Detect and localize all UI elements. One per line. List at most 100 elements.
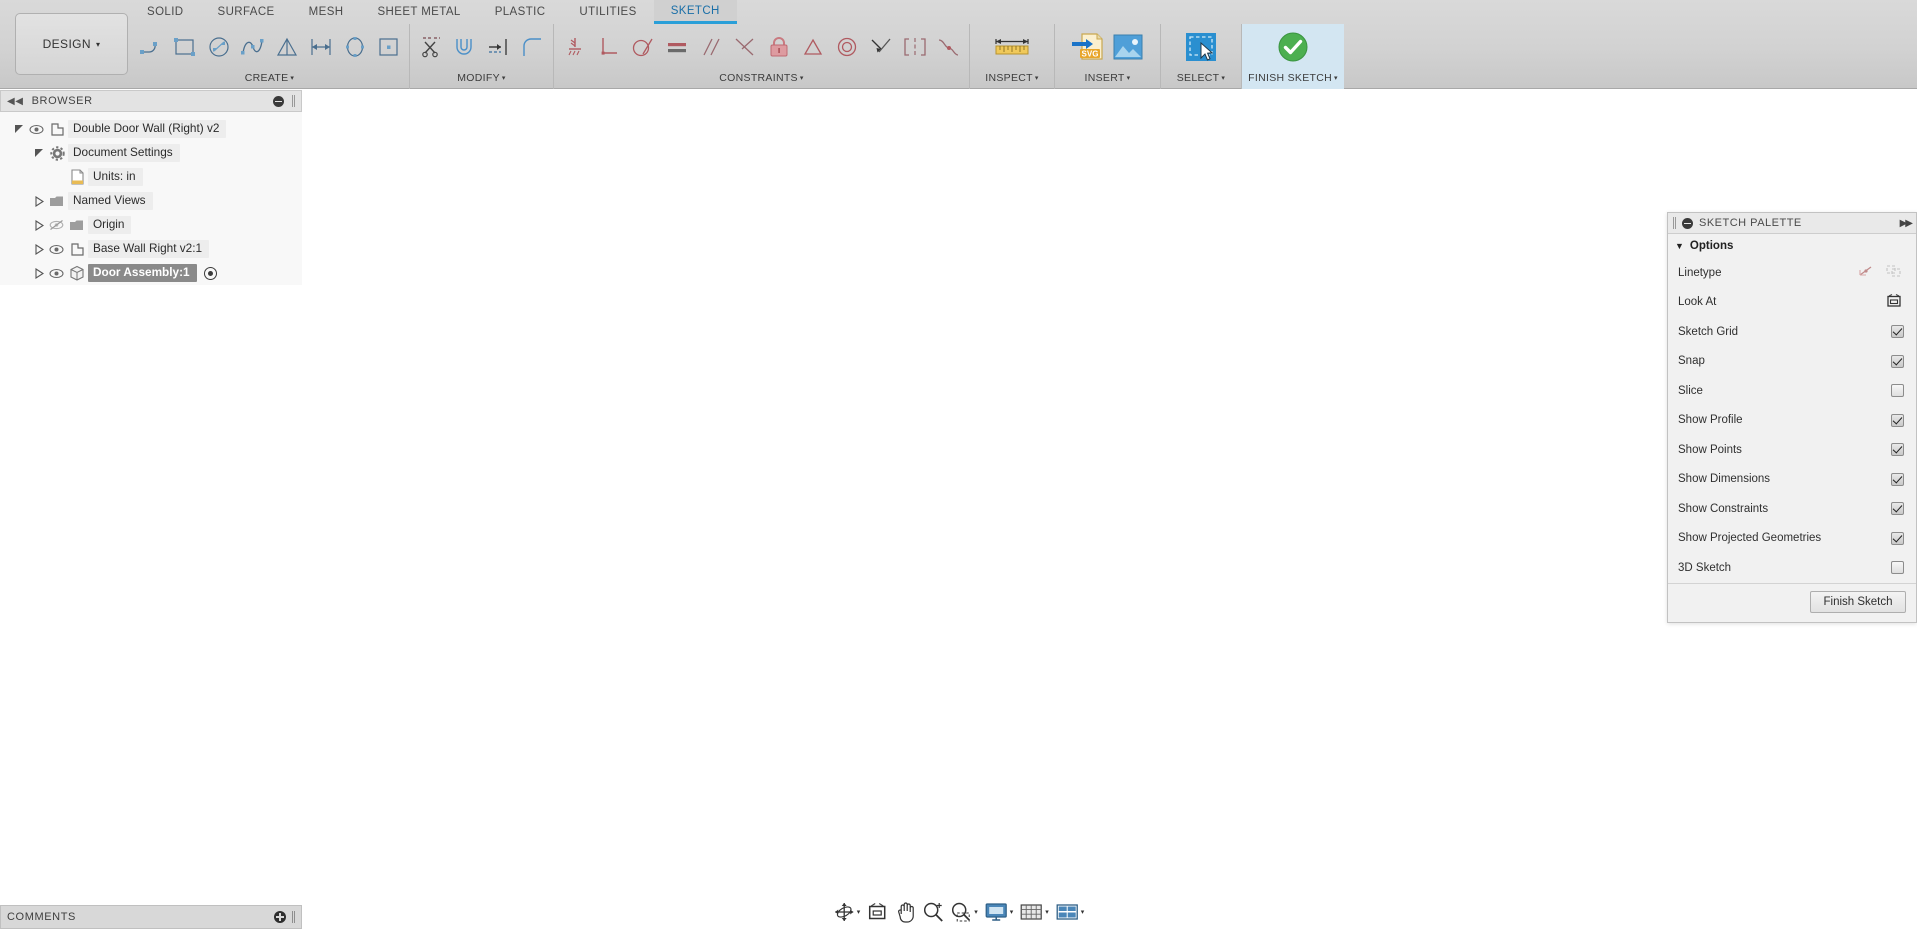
three-d-sketch-checkbox[interactable]: [1891, 561, 1904, 575]
pan-hand-icon[interactable]: [892, 898, 918, 926]
viewports-icon[interactable]: ▾: [1053, 898, 1087, 926]
tree-item-document-settings[interactable]: Document Settings: [0, 141, 302, 165]
snap-checkbox[interactable]: [1891, 354, 1904, 368]
tab-utilities[interactable]: UTILITIES: [562, 0, 653, 24]
add-comment-icon[interactable]: [274, 911, 286, 923]
zoom-window-icon[interactable]: ▾: [948, 898, 980, 926]
equal-icon[interactable]: [660, 27, 693, 67]
sketch-grid-checkbox[interactable]: [1891, 325, 1904, 339]
fillet-icon[interactable]: [516, 27, 549, 67]
sketch-point-top-right[interactable]: [1224, 230, 1231, 237]
spline-icon[interactable]: [236, 27, 269, 67]
parallel-icon[interactable]: [694, 27, 727, 67]
palette-row-sketch-grid[interactable]: Sketch Grid: [1668, 317, 1916, 347]
point-rect-icon[interactable]: [372, 27, 405, 67]
sketch-point-top-left[interactable]: [636, 230, 643, 237]
panel-grip[interactable]: [1673, 217, 1676, 229]
insert-image-icon[interactable]: [1108, 27, 1148, 67]
tree-item-origin[interactable]: Origin: [0, 213, 302, 237]
tab-solid[interactable]: SOLID: [130, 0, 201, 24]
constraint-marker-midright[interactable]: [1228, 530, 1243, 543]
sketch-point-bottom-right[interactable]: [1224, 858, 1231, 865]
constraint-marker-corner-bl[interactable]: [638, 862, 653, 875]
tab-plastic[interactable]: PLASTIC: [478, 0, 563, 24]
panel-grip[interactable]: [292, 911, 295, 923]
linetype-centerline-icon[interactable]: [1886, 264, 1902, 281]
constraint-marker-bottom-left[interactable]: [645, 848, 660, 861]
expander-right-icon[interactable]: [32, 195, 46, 207]
constraint-marker-top-left[interactable]: [775, 235, 790, 248]
display-settings-icon[interactable]: ▾: [982, 898, 1016, 926]
grid-snaps-icon[interactable]: ▾: [1017, 898, 1051, 926]
palette-row-show-projected-geometries[interactable]: Show Projected Geometries: [1668, 524, 1916, 554]
select-window-icon[interactable]: [1179, 27, 1223, 67]
ellipse-icon[interactable]: [338, 27, 371, 67]
sketch-center-point[interactable]: [929, 544, 938, 553]
visibility-hidden-eye-icon[interactable]: [46, 219, 66, 231]
constraint-glyph-cluster[interactable]: [918, 232, 962, 264]
visibility-eye-icon[interactable]: [26, 124, 46, 135]
visibility-eye-icon[interactable]: [46, 268, 66, 279]
tree-item-base-wall-right[interactable]: Base Wall Right v2:1: [0, 237, 302, 261]
show-points-checkbox[interactable]: [1891, 443, 1904, 457]
rectangle-icon[interactable]: [168, 27, 201, 67]
design-workspace-button[interactable]: DESIGN ▾: [15, 13, 128, 75]
ribbon-group-finish-sketch[interactable]: FINISH SKETCH ▾: [1241, 24, 1344, 89]
look-at-icon[interactable]: [864, 898, 890, 926]
trim-icon[interactable]: [414, 27, 447, 67]
expand-right-icon[interactable]: ▶▶: [1900, 218, 1913, 229]
collinear-icon[interactable]: [864, 27, 897, 67]
palette-row-show-constraints[interactable]: Show Constraints: [1668, 494, 1916, 524]
curvature-icon[interactable]: [932, 27, 965, 67]
symmetry-icon[interactable]: [898, 27, 931, 67]
zoom-icon[interactable]: [920, 898, 946, 926]
constraint-marker-midcenter[interactable]: [937, 530, 952, 543]
line-icon[interactable]: [134, 27, 167, 67]
concentric-icon[interactable]: [830, 27, 863, 67]
activate-component-radio[interactable]: [203, 266, 217, 280]
palette-row-snap[interactable]: Snap: [1668, 347, 1916, 377]
tab-surface[interactable]: SURFACE: [201, 0, 292, 24]
tree-item-units[interactable]: Units: in: [0, 165, 302, 189]
expander-right-icon[interactable]: [32, 243, 46, 255]
palette-row-slice[interactable]: Slice: [1668, 376, 1916, 406]
measure-icon[interactable]: [990, 27, 1034, 67]
constraint-marker-bottom-right[interactable]: [1196, 848, 1211, 861]
show-profile-checkbox[interactable]: [1891, 413, 1904, 427]
sketch-origin-point[interactable]: [922, 433, 945, 456]
constraint-marker-left-edge[interactable]: [636, 542, 651, 555]
palette-row-show-points[interactable]: Show Points: [1668, 435, 1916, 465]
tree-item-double-door-wall[interactable]: Double Door Wall (Right) v2: [0, 117, 302, 141]
show-constraints-checkbox[interactable]: [1891, 502, 1904, 516]
slice-checkbox[interactable]: [1891, 384, 1904, 398]
minus-circle-icon[interactable]: [273, 95, 284, 107]
panel-grip[interactable]: [292, 95, 295, 107]
tree-item-door-assembly[interactable]: Door Assembly:1: [0, 261, 302, 285]
dimension-icon[interactable]: [304, 27, 337, 67]
collapse-left-icon[interactable]: ◀◀: [7, 96, 24, 107]
palette-row-3d-sketch[interactable]: 3D Sketch: [1668, 553, 1916, 583]
tab-sheet-metal[interactable]: SHEET METAL: [360, 0, 477, 24]
expander-down-icon[interactable]: [12, 124, 26, 134]
extend-icon[interactable]: [482, 27, 515, 67]
tangent-icon[interactable]: [626, 27, 659, 67]
insert-svg-icon[interactable]: SVG: [1067, 27, 1107, 67]
horizontal-vertical-icon[interactable]: [558, 27, 591, 67]
perpendicular-icon[interactable]: [592, 27, 625, 67]
midpoint-icon[interactable]: [796, 27, 829, 67]
constraint-marker-midleft[interactable]: [644, 530, 659, 543]
midpoint-rail-line[interactable]: [640, 548, 1232, 550]
tab-sketch[interactable]: SKETCH: [653, 0, 737, 24]
show-dimensions-checkbox[interactable]: [1891, 472, 1904, 486]
palette-section-options[interactable]: ▼ Options: [1668, 234, 1916, 258]
sketch-point-bottom-left[interactable]: [636, 858, 643, 865]
expander-right-icon[interactable]: [32, 267, 46, 279]
finish-check-icon[interactable]: [1270, 27, 1316, 67]
offset-icon[interactable]: [448, 27, 481, 67]
circle-icon[interactable]: [202, 27, 235, 67]
orbit-icon[interactable]: ▾: [831, 898, 863, 926]
constraint-marker-right[interactable]: [1218, 448, 1233, 461]
fix-lock-icon[interactable]: [762, 27, 795, 67]
coincident-icon[interactable]: [728, 27, 761, 67]
constraint-marker-corner-br[interactable]: [1222, 862, 1237, 875]
